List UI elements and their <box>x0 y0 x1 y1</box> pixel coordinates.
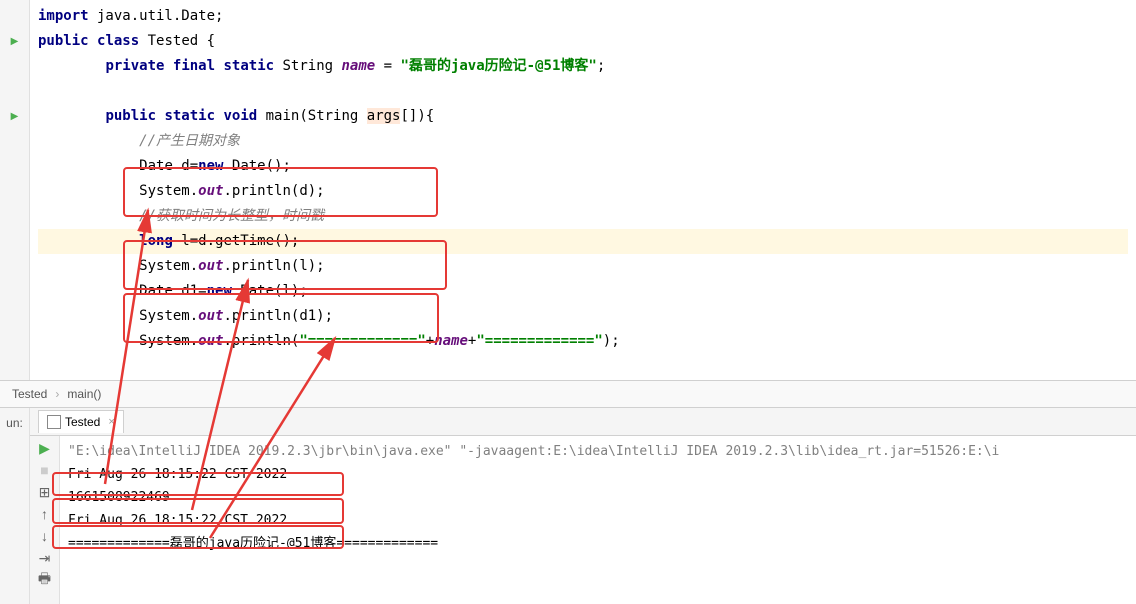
run-panel: un: Tested × ▶ ■ ⊞ ↑ ↓ ⇥ 🖶 "E:\idea\Inte… <box>0 408 1136 604</box>
run-icon[interactable]: ▶ <box>11 36 19 47</box>
gutter-line <box>0 54 29 79</box>
code-line: public class Tested { <box>38 29 1128 54</box>
run-body: ▶ ■ ⊞ ↑ ↓ ⇥ 🖶 "E:\idea\IntelliJ IDEA 201… <box>30 436 1136 604</box>
run-tab-label: Tested <box>65 415 100 429</box>
run-toolbar: ▶ ■ ⊞ ↑ ↓ ⇥ 🖶 <box>30 436 60 604</box>
console-output[interactable]: "E:\idea\IntelliJ IDEA 2019.2.3\jbr\bin\… <box>60 436 1136 604</box>
gutter-line <box>0 204 29 229</box>
gutter-run-marker[interactable]: ▶ <box>0 104 29 129</box>
breadcrumb-separator: › <box>55 387 59 401</box>
gutter-run-marker[interactable]: ▶ <box>0 29 29 54</box>
gutter-line <box>0 79 29 104</box>
code-line: Date d1=new Date(l); <box>38 279 1128 304</box>
editor-panel: ▶ ▶ import java.util.Date; public class … <box>0 0 1136 380</box>
console-line-output: Fri Aug 26 18:15:22 CST 2022 <box>68 463 1128 486</box>
gutter-line <box>0 4 29 29</box>
code-line: System.out.println(l); <box>38 254 1128 279</box>
close-icon[interactable]: × <box>108 416 114 428</box>
code-line: import java.util.Date; <box>38 4 1128 29</box>
gutter-line <box>0 304 29 329</box>
breadcrumb-class[interactable]: Tested <box>12 387 47 401</box>
run-tab-icon <box>47 415 61 429</box>
down-icon[interactable]: ↓ <box>37 528 53 544</box>
breadcrumb: Tested › main() <box>0 380 1136 408</box>
stop-icon[interactable]: ■ <box>37 462 53 478</box>
editor-gutter: ▶ ▶ <box>0 0 30 380</box>
gutter-line <box>0 279 29 304</box>
code-line: //产生日期对象 <box>38 129 1128 154</box>
console-line-output: =============磊哥的java历险记-@51博客===========… <box>68 532 1128 555</box>
console-line-command: "E:\idea\IntelliJ IDEA 2019.2.3\jbr\bin\… <box>68 440 1128 463</box>
console-line-output: Fri Aug 26 18:15:22 CST 2022 <box>68 509 1128 532</box>
rerun-icon[interactable]: ▶ <box>37 440 53 456</box>
layout-icon[interactable]: ⊞ <box>37 484 53 500</box>
gutter-line <box>0 154 29 179</box>
run-panel-label: un: <box>0 408 30 604</box>
code-line-current: long l=d.getTime(); <box>38 229 1128 254</box>
gutter-line <box>0 229 29 254</box>
gutter-line <box>0 254 29 279</box>
breadcrumb-method[interactable]: main() <box>67 387 101 401</box>
code-line <box>38 79 1128 104</box>
code-line: public static void main(String args[]){ <box>38 104 1128 129</box>
up-icon[interactable]: ↑ <box>37 506 53 522</box>
gutter-line <box>0 129 29 154</box>
code-line: private final static String name = "磊哥的j… <box>38 54 1128 79</box>
run-tab[interactable]: Tested × <box>38 410 124 433</box>
export-icon[interactable]: ⇥ <box>37 550 53 566</box>
code-line: //获取时间为长整型，时间戳 <box>38 204 1128 229</box>
gutter-line <box>0 329 29 354</box>
run-content: Tested × ▶ ■ ⊞ ↑ ↓ ⇥ 🖶 "E:\idea\IntelliJ… <box>30 408 1136 604</box>
code-line: System.out.println(d); <box>38 179 1128 204</box>
run-icon[interactable]: ▶ <box>11 111 19 122</box>
print-icon[interactable]: 🖶 <box>37 572 53 588</box>
gutter-line <box>0 179 29 204</box>
code-line: System.out.println(d1); <box>38 304 1128 329</box>
run-tabs: Tested × <box>30 408 1136 436</box>
code-editor[interactable]: import java.util.Date; public class Test… <box>30 0 1136 380</box>
console-line-output: 1661508922469 <box>68 486 1128 509</box>
code-line: System.out.println("============="+name+… <box>38 329 1128 354</box>
code-line: Date d=new Date(); <box>38 154 1128 179</box>
